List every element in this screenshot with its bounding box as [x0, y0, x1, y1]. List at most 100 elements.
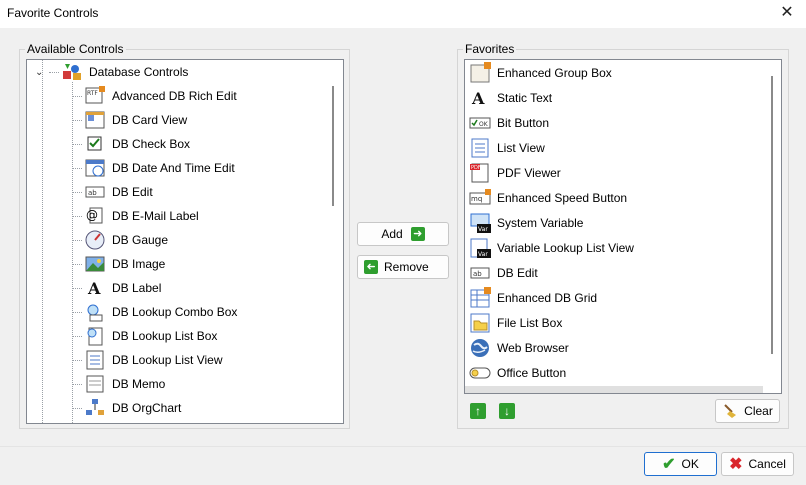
tree-line: [72, 168, 82, 169]
tree-item[interactable]: DB Gauge: [72, 228, 168, 252]
favorite-item[interactable]: Var System Variable: [469, 211, 583, 235]
bit-button-icon: OK: [469, 112, 491, 134]
gauge-icon: [84, 229, 106, 251]
favorite-item-label: Enhanced DB Grid: [497, 291, 598, 305]
static-text-icon: A: [469, 87, 491, 109]
tree-item[interactable]: DB Lookup List Box: [72, 324, 218, 348]
favorite-item[interactable]: A Static Text: [469, 86, 552, 110]
tree-item-label: DB Memo: [112, 377, 166, 391]
label-icon: A: [84, 277, 106, 299]
favorite-item-label: DB Edit: [497, 266, 538, 280]
tree-item[interactable]: RTF Advanced DB Rich Edit: [72, 84, 237, 108]
favorite-item-label: Bit Button: [497, 116, 550, 130]
cancel-button[interactable]: ✖ Cancel: [721, 452, 794, 476]
favorite-item[interactable]: File List Box: [469, 311, 562, 335]
svg-text:ab: ab: [88, 189, 97, 197]
add-button[interactable]: Add ➜: [357, 222, 449, 246]
tree-item-label: DB Lookup Combo Box: [112, 305, 238, 319]
tree-item-label: DB Image: [112, 257, 166, 271]
svg-text:A: A: [471, 89, 485, 108]
lookup-list-view-icon: [84, 349, 106, 371]
tree-item-label: DB Card View: [112, 113, 188, 127]
tree-line: [72, 408, 82, 409]
edit-icon: ab: [469, 262, 491, 284]
move-down-icon[interactable]: ↓: [499, 403, 515, 419]
tree-line: [72, 384, 82, 385]
orgchart-icon: [84, 397, 106, 419]
tree-item-label: DB OrgChart: [112, 401, 182, 415]
scrollbar-thumb[interactable]: [771, 76, 773, 354]
favorites-list[interactable]: Enhanced Group Box A Static Text OK Bit Butt…: [464, 59, 782, 394]
window-title: Favorite Controls: [7, 6, 99, 20]
rich-edit-icon: RTF: [84, 85, 106, 107]
clear-button-label: Clear: [744, 404, 773, 418]
tree-line: [72, 120, 82, 121]
tree-node-database-controls[interactable]: ⌄ Database Controls: [35, 60, 188, 84]
favorite-item-label: Enhanced Speed Button: [497, 191, 628, 205]
favorite-item[interactable]: mq Enhanced Speed Button: [469, 186, 627, 210]
group-box-icon: [469, 62, 491, 84]
favorite-item[interactable]: Enhanced DB Grid: [469, 286, 597, 310]
scrollbar-thumb[interactable]: [332, 86, 334, 206]
tree-item[interactable]: ab DB Edit: [72, 180, 153, 204]
tree-item-label: DB Edit: [112, 185, 153, 199]
tree-item[interactable]: DB OrgChart: [72, 396, 182, 420]
available-controls-label: Available Controls: [25, 42, 126, 56]
edit-icon: ab: [84, 181, 106, 203]
svg-text:OK: OK: [479, 121, 489, 128]
email-label-icon: @: [84, 205, 106, 227]
tree-line: [72, 96, 82, 97]
svg-text:@: @: [86, 208, 98, 222]
favorite-item[interactable]: Web Browser: [469, 336, 569, 360]
tree-item[interactable]: DB Card View: [72, 108, 188, 132]
favorite-item-label: Office Button: [497, 366, 567, 380]
clear-button[interactable]: Clear: [715, 399, 780, 423]
tree-line: [42, 60, 43, 423]
tree-item[interactable]: DB Memo: [72, 372, 166, 396]
office-button-icon: [469, 362, 491, 384]
favorite-item[interactable]: List View: [469, 136, 545, 160]
tree-line: [72, 82, 73, 423]
variable-lookup-icon: Var: [469, 237, 491, 259]
favorite-item-label: PDF Viewer: [497, 166, 561, 180]
svg-text:Var: Var: [478, 251, 488, 258]
favorite-item[interactable]: OK Bit Button: [469, 111, 549, 135]
favorite-item[interactable]: Enhanced Group Box: [469, 61, 612, 85]
svg-text:mq: mq: [471, 195, 482, 203]
tree-item[interactable]: DB Date And Time Edit: [72, 156, 235, 180]
tree-line: [72, 360, 82, 361]
db-grid-icon: [469, 287, 491, 309]
add-button-label: Add: [381, 227, 403, 241]
favorite-item[interactable]: ab DB Edit: [469, 261, 538, 285]
speed-button-icon: mq: [469, 187, 491, 209]
favorite-item[interactable]: PDF PDF Viewer: [469, 161, 561, 185]
lookup-list-icon: [84, 325, 106, 347]
remove-button[interactable]: ➜ Remove: [357, 255, 449, 279]
tree-item-label: DB Lookup List Box: [112, 329, 218, 343]
favorite-item-label: List View: [497, 141, 545, 155]
cancel-button-label: Cancel: [748, 457, 786, 471]
file-list-icon: [469, 312, 491, 334]
tree-line: [72, 264, 82, 265]
available-controls-tree[interactable]: ⌄ Database Controls RTF Advanced DB Rich …: [26, 59, 344, 424]
move-up-icon[interactable]: ↑: [470, 403, 486, 419]
svg-text:Var: Var: [478, 226, 488, 233]
ok-button[interactable]: ✔ OK: [644, 452, 717, 476]
tree-item[interactable]: @ DB E-Mail Label: [72, 204, 199, 228]
tree-item[interactable]: DB Lookup Combo Box: [72, 300, 238, 324]
close-icon[interactable]: ✕: [778, 4, 796, 22]
favorite-item-label: Web Browser: [497, 341, 569, 355]
favorite-item[interactable]: Office Button: [469, 361, 566, 385]
tree-item-label: DB E-Mail Label: [112, 209, 199, 223]
tree-line: [72, 312, 82, 313]
tree-item[interactable]: A DB Label: [72, 276, 161, 300]
globe-icon: [469, 337, 491, 359]
broom-icon: [722, 403, 738, 419]
chevron-down-icon[interactable]: ⌄: [35, 67, 47, 78]
tree-item[interactable]: DB Check Box: [72, 132, 190, 156]
tree-item[interactable]: DB Image: [72, 252, 166, 276]
favorite-item[interactable]: Var Variable Lookup List View: [469, 236, 634, 260]
tree-item[interactable]: DB Lookup List View: [72, 348, 223, 372]
favorite-item-label: System Variable: [497, 216, 584, 230]
horizontal-scrollbar[interactable]: [465, 386, 763, 393]
